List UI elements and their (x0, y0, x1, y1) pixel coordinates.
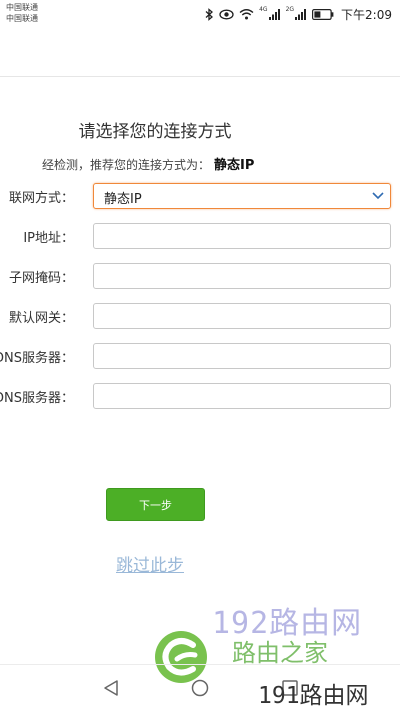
triangle-back-icon[interactable] (102, 679, 120, 697)
page-title: 请选择您的连接方式 (78, 122, 232, 142)
ip-address-label: IP地址： (23, 231, 74, 246)
status-icons: 4G 2G 下午2:09 (205, 5, 392, 23)
navbar-divider (0, 664, 400, 665)
recommendation-text: 经检测，推荐您的连接方式为： (42, 158, 211, 172)
carrier-label-1: 中国联通 (6, 3, 38, 12)
watermark-line-3: 191路由网 (258, 683, 369, 709)
bluetooth-icon (205, 7, 214, 21)
gateway-label: 默认网关： (8, 311, 74, 326)
battery-icon (312, 8, 334, 20)
eye-icon (219, 9, 234, 19)
recommendation: 经检测，推荐您的连接方式为： 静态IP (42, 154, 254, 173)
chevron-down-icon (372, 192, 384, 200)
wifi-icon (239, 9, 254, 20)
next-button[interactable]: 下一步 (106, 488, 205, 521)
signal-1-icon (268, 9, 280, 20)
skip-link[interactable]: 跳过此步 (116, 551, 184, 576)
ip-address-input[interactable] (93, 223, 391, 249)
subnet-mask-input[interactable] (93, 263, 391, 289)
connection-type-label: 联网方式： (8, 191, 74, 206)
dns-2-input[interactable] (93, 383, 391, 409)
recommendation-value: 静态IP (214, 158, 255, 173)
gateway-input[interactable] (93, 303, 391, 329)
dns-1-label: DNS服务器： (0, 351, 74, 366)
watermark-logo-icon (155, 631, 207, 683)
connection-type-value: 静态IP (104, 192, 142, 207)
connection-type-select[interactable]: 静态IP (93, 183, 391, 209)
circle-home-icon[interactable] (191, 679, 209, 697)
watermark-line-2: 路由之家 (232, 639, 328, 667)
clock: 下午2:09 (341, 7, 392, 22)
header-divider (0, 76, 400, 77)
status-bar: 中国联通 中国联通 4G 2G 下午2:09 (0, 0, 400, 28)
signal-2-icon (295, 9, 307, 20)
dns-1-input[interactable] (93, 343, 391, 369)
signal-2-type: 2G (285, 5, 295, 13)
subnet-mask-label: 子网掩码： (8, 271, 74, 286)
carrier-label-2: 中国联通 (6, 14, 38, 23)
dns-2-label: DNS服务器： (0, 391, 74, 406)
signal-1-type: 4G (259, 5, 268, 13)
